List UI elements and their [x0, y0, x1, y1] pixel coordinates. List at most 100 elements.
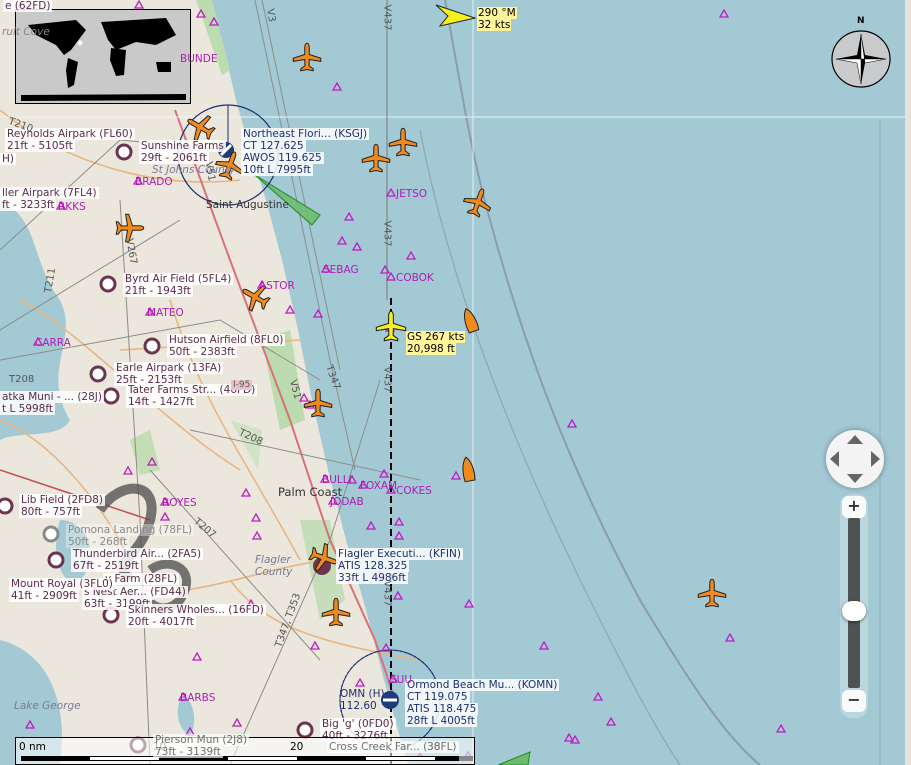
window-edge — [905, 0, 911, 765]
waypoint-barbs[interactable]: BARBS — [180, 692, 215, 704]
airport-label[interactable]: Byrd Air Field (5FL4) 21ft - 1943ft — [123, 273, 234, 297]
waypoint-brado[interactable]: BRADO — [135, 176, 173, 188]
airport-label[interactable]: Skinners Wholes... (16FD) 20ft - 4017ft — [126, 604, 266, 628]
waypoint-royes[interactable]: ROYES — [162, 497, 197, 509]
airport-label[interactable]: Lib Field (2FD8) 80ft - 757ft — [19, 494, 106, 518]
zoom-control[interactable]: + − — [840, 494, 868, 718]
airport-info: 21ft - 5105ft — [5, 140, 75, 152]
airport-label[interactable]: Earle Airpark (13FA) 25ft - 2153ft — [114, 362, 224, 386]
waypoint-cobok[interactable]: COBOK — [396, 272, 434, 284]
waypoint-icon[interactable] — [393, 530, 405, 540]
pan-control[interactable] — [826, 430, 884, 488]
airport-name: atka Muni - ... (28J) — [0, 391, 104, 403]
airport-info: 20ft - 4017ft — [126, 616, 196, 628]
airport-info: CT 127.625 — [241, 140, 306, 152]
ai-aircraft-icon[interactable] — [388, 127, 418, 157]
waypoint-icon[interactable] — [566, 418, 578, 428]
waypoint-icon[interactable] — [393, 516, 405, 526]
waypoint-sebag[interactable]: SEBAG — [323, 264, 359, 276]
airport-icon[interactable] — [102, 606, 120, 624]
waypoint-astor[interactable]: ASTOR — [259, 280, 295, 292]
airport-icon[interactable] — [102, 387, 120, 405]
airport-icon[interactable] — [0, 497, 14, 515]
airport-label[interactable]: Thunderbird Air... (2FA5) 67ft - 2519ft — [71, 548, 204, 572]
airport-label[interactable]: Mount Royal (3FL0) 41ft - 2909ft — [9, 578, 115, 602]
waypoint-icon[interactable] — [724, 632, 736, 642]
airport-icon[interactable] — [42, 525, 60, 543]
waypoint-icon[interactable] — [365, 520, 377, 530]
waypoint-cokes[interactable]: COKES — [396, 485, 432, 497]
wind-arrow-icon — [435, 4, 477, 27]
waypoint-icon[interactable] — [538, 640, 550, 650]
airport-info: AWOS 119.625 — [241, 152, 324, 164]
airport-label[interactable]: atka Muni - ... (28J) t L 5998ft — [0, 391, 104, 415]
airport-info: ATIS 128.325 — [336, 560, 410, 572]
waypoint-icon[interactable] — [563, 732, 575, 742]
waypoint-icon[interactable] — [392, 590, 404, 600]
pan-up-icon[interactable] — [847, 435, 863, 444]
airport-label[interactable]: Pierson Mun (2J8) 73ft - 3139ft — [153, 734, 250, 758]
compass-north-label: N — [857, 16, 865, 26]
airport-icon[interactable] — [143, 337, 161, 355]
airport-label[interactable]: Hutson Airfield (8FL0) 50ft - 2383ft — [167, 334, 286, 358]
airport-name: Hutson Airfield (8FL0) — [167, 334, 286, 346]
airport-name: e (62FD) — [3, 0, 53, 12]
airport-name: Northeast Flori... (KSGJ) — [241, 128, 370, 140]
waypoint-icon[interactable] — [450, 470, 462, 480]
zoom-in-button[interactable]: + — [842, 496, 866, 518]
airport-info: 10ft L 7995ft — [241, 164, 313, 176]
place-label: ruit Cove — [2, 26, 50, 38]
waypoint-icon[interactable] — [605, 716, 617, 726]
ai-aircraft-icon[interactable] — [459, 183, 497, 221]
airport-label-ksgj[interactable]: Northeast Flori... (KSGJ) CT 127.625 AWOS … — [241, 128, 370, 176]
waypoint-icon[interactable] — [379, 264, 391, 274]
airport-icon[interactable] — [296, 721, 314, 739]
waypoint-icon[interactable] — [385, 187, 397, 197]
waypoint-rkks[interactable]: RKKS — [58, 201, 86, 213]
waypoint-suu[interactable]: SUU — [390, 674, 412, 686]
waypoint-jetso[interactable]: JETSO — [396, 188, 427, 200]
waypoint-icon[interactable] — [463, 598, 475, 608]
airport-label[interactable]: e (62FD) — [3, 0, 53, 12]
place-label: Palm Coast — [278, 485, 343, 499]
waypoint-carra[interactable]: CARRA — [35, 337, 71, 349]
scale-label: 0 nm — [19, 741, 46, 753]
pan-right-icon[interactable] — [871, 451, 880, 467]
airport-name: Big 'g' (0FD0) — [320, 718, 396, 730]
waypoint-icon[interactable] — [592, 691, 604, 701]
waypoint-icon[interactable] — [336, 235, 348, 245]
airport-name: H) — [0, 153, 16, 165]
airport-label-kfin[interactable]: Flagler Executi... (KFIN) ATIS 128.325 33f… — [336, 548, 463, 584]
waypoint-icon[interactable] — [405, 250, 417, 260]
ai-aircraft-icon[interactable] — [292, 42, 322, 72]
airport-info: 21ft - 1943ft — [123, 285, 193, 297]
overview-map[interactable] — [15, 9, 191, 104]
waypoint-icon[interactable] — [718, 8, 730, 18]
waypoint-icon[interactable] — [378, 468, 390, 478]
waypoint-icon[interactable] — [331, 81, 343, 91]
scale-bar-segment — [459, 756, 473, 761]
airport-label[interactable]: H) — [0, 153, 16, 165]
airport-label[interactable]: Pomona Landing (78FL) 50ft - 268ft — [66, 524, 195, 548]
zoom-out-button[interactable]: − — [842, 690, 866, 712]
airport-icon[interactable] — [99, 275, 117, 293]
pan-down-icon[interactable] — [847, 474, 863, 483]
place-label: Flagler County — [255, 554, 293, 578]
airport-icon[interactable] — [47, 551, 65, 569]
waypoint-icon[interactable] — [385, 271, 397, 281]
waypoint-icon[interactable] — [343, 211, 355, 221]
waypoint-foxam[interactable]: FOXAM — [360, 480, 397, 492]
waypoint-mateo[interactable]: MATEO — [147, 307, 184, 319]
waypoint-icon[interactable] — [351, 241, 363, 251]
airway-label: T208 — [9, 374, 35, 385]
vor-label-omn[interactable]: OMN (H) 112.60 — [338, 688, 387, 712]
waypoint-icon[interactable] — [775, 723, 787, 733]
ai-aircraft-icon[interactable] — [697, 578, 727, 608]
zoom-slider-handle[interactable] — [842, 600, 866, 621]
pan-left-icon[interactable] — [830, 451, 839, 467]
airport-icon[interactable] — [89, 365, 107, 383]
airport-label-komn[interactable]: Ormond Beach Mu... (KOMN) CT 119.075 ATIS … — [405, 679, 560, 727]
airport-label[interactable]: Cross Creek Far... (38FL) — [327, 741, 459, 753]
waypoint-bunde[interactable]: BUNDE — [180, 53, 217, 65]
boat-icon — [464, 308, 480, 334]
